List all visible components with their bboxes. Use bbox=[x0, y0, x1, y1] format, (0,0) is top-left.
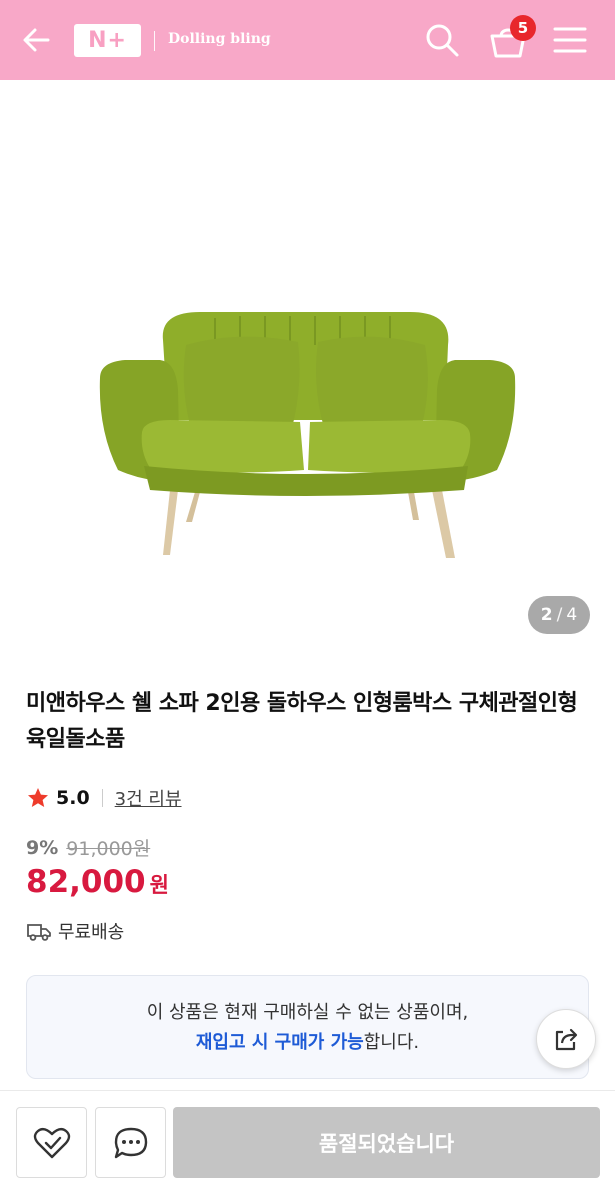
product-image[interactable] bbox=[0, 80, 615, 650]
product-title: 미앤하우스 쉘 소파 2인용 돌하우스 인형룸박스 구체관절인형 육일돌소품 bbox=[26, 691, 578, 752]
shipping-label: 무료배송 bbox=[58, 922, 125, 943]
truck-icon bbox=[27, 924, 51, 941]
wishlist-button[interactable] bbox=[16, 1107, 87, 1178]
discount-rate: 9% bbox=[26, 836, 59, 859]
sale-price-row: 82,000 원 bbox=[26, 864, 169, 900]
image-counter-separator: / bbox=[556, 605, 563, 625]
notice-suffix: 합니다. bbox=[363, 1032, 420, 1053]
soldout-button[interactable]: 품절되었습니다 bbox=[173, 1107, 600, 1178]
chat-button[interactable] bbox=[95, 1107, 166, 1178]
soldout-notice: 이 상품은 현재 구매하실 수 없는 상품이며, 재입고 시 구매가 가능합니다… bbox=[26, 975, 589, 1079]
heart-icon bbox=[33, 1127, 70, 1158]
shipping-row: 무료배송 bbox=[26, 918, 124, 944]
chat-bubble-icon bbox=[114, 1127, 147, 1158]
menu-icon[interactable] bbox=[552, 24, 588, 56]
original-price-row: 9% 91,000원 bbox=[26, 834, 150, 861]
review-link[interactable]: 3건 리뷰 bbox=[115, 785, 182, 811]
rating-value: 5.0 bbox=[56, 787, 90, 809]
cart-count-badge: 5 bbox=[510, 15, 536, 41]
original-price: 91,000원 bbox=[66, 838, 151, 860]
store-logo[interactable]: N+ bbox=[74, 24, 141, 57]
top-header: N+ Dolling bling 5 bbox=[0, 0, 615, 80]
rating-row: 5.0 3건 리뷰 bbox=[26, 784, 182, 812]
sale-price: 82,000 bbox=[26, 864, 146, 900]
notice-line-2: 재입고 시 구매가 가능합니다. bbox=[27, 1028, 588, 1058]
logo-divider bbox=[154, 31, 155, 51]
share-button[interactable] bbox=[536, 1009, 596, 1069]
store-name[interactable]: Dolling bling bbox=[168, 31, 271, 47]
price-currency: 원 bbox=[149, 873, 169, 897]
star-icon bbox=[28, 788, 48, 807]
rating-divider bbox=[101, 789, 103, 807]
logo-text: N+ bbox=[88, 28, 127, 53]
notice-line-1: 이 상품은 현재 구매하실 수 없는 상품이며, bbox=[146, 1002, 469, 1023]
share-icon bbox=[555, 1028, 578, 1051]
image-counter: 2 / 4 bbox=[528, 596, 590, 634]
back-arrow-icon[interactable] bbox=[18, 22, 58, 58]
notice-highlight: 재입고 시 구매가 가능 bbox=[195, 1032, 364, 1053]
search-icon[interactable] bbox=[422, 20, 462, 60]
image-counter-total: 4 bbox=[566, 605, 578, 625]
image-counter-current: 2 bbox=[540, 605, 553, 625]
